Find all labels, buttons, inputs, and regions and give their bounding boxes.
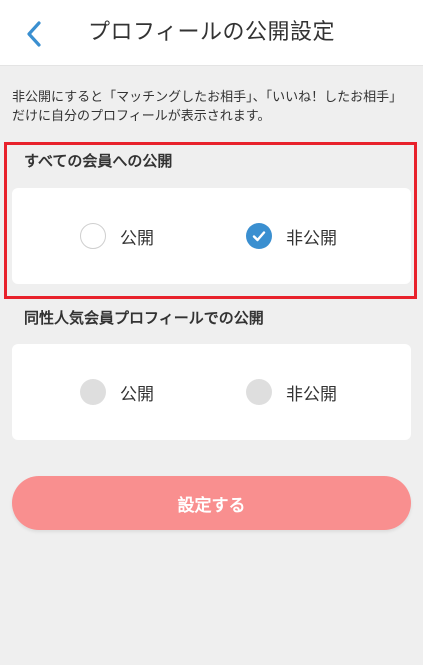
chevron-left-icon	[27, 21, 41, 47]
visibility-card-all-members: 公開 非公開	[12, 188, 411, 284]
option-label: 公開	[120, 384, 154, 405]
radio-disabled-icon[interactable]	[246, 379, 272, 405]
back-button[interactable]	[16, 16, 52, 52]
radio-disabled-icon[interactable]	[80, 379, 106, 405]
option-public-same-sex[interactable]: 公開	[80, 344, 154, 440]
option-label: 非公開	[286, 228, 337, 249]
option-public-all[interactable]: 公開	[80, 188, 154, 284]
option-private-same-sex[interactable]: 非公開	[246, 344, 337, 440]
header-bar: プロフィールの公開設定	[0, 0, 423, 66]
option-private-all[interactable]: 非公開	[246, 188, 337, 284]
visibility-card-same-sex-popular: 公開 非公開	[12, 344, 411, 440]
checkmark-icon	[252, 231, 266, 242]
privacy-description: 非公開にすると「マッチングしたお相手」、「いいね！したお相手」だけに自分のプロフ…	[12, 90, 403, 124]
section-title-same-sex-popular: 同性人気会員プロフィールでの公開	[24, 309, 264, 327]
option-label: 非公開	[286, 384, 337, 405]
page-title: プロフィールの公開設定	[87, 20, 336, 45]
radio-unchecked-icon[interactable]	[80, 223, 106, 249]
submit-button[interactable]: 設定する	[12, 476, 411, 530]
option-label: 公開	[120, 228, 154, 249]
section-title-all-members: すべての会員への公開	[24, 152, 173, 170]
radio-checked-icon[interactable]	[246, 223, 272, 249]
